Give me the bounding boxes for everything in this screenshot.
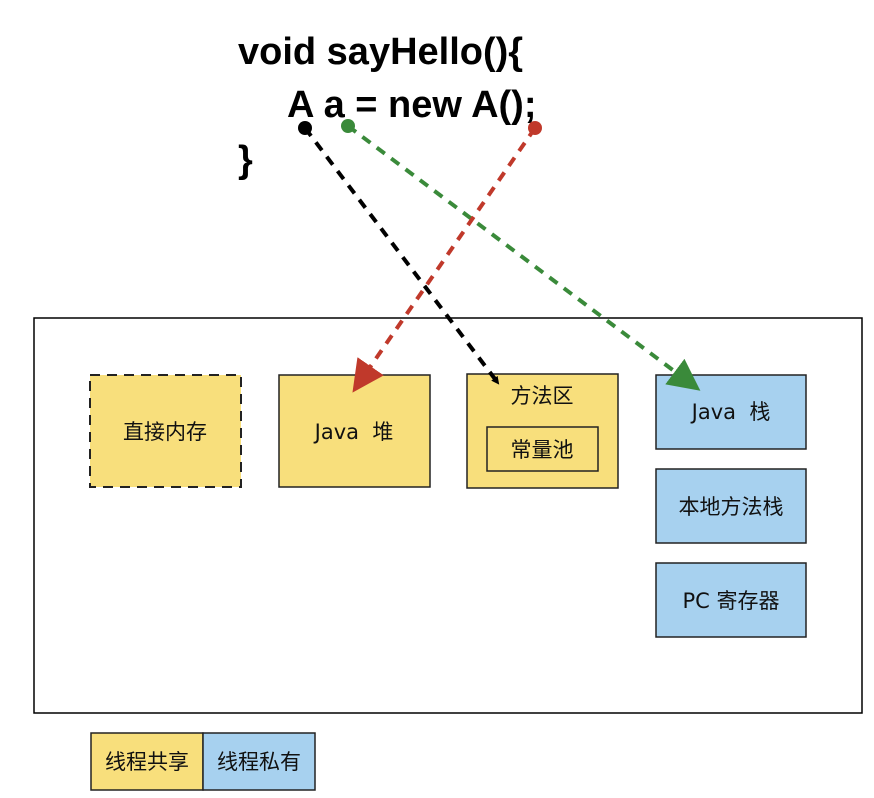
pc-register-label: PC 寄存器 <box>682 589 779 613</box>
legend: 线程共享 线程私有 <box>90 732 316 791</box>
code-line-1: void sayHello(){ <box>238 31 523 73</box>
jvm-memory-diagram: void sayHello(){ A a = new A(); } 直接内存 J… <box>33 31 863 791</box>
java-heap-box: Java 堆 <box>278 374 431 488</box>
direct-memory-label: 直接内存 <box>123 420 207 444</box>
pc-register-box: PC 寄存器 <box>655 562 807 638</box>
legend-private-label: 线程私有 <box>217 750 301 774</box>
method-area-label: 方法区 <box>511 384 574 408</box>
java-stack-label: Java 栈 <box>690 400 771 424</box>
code-line-2: A a = new A(); <box>287 84 537 126</box>
native-method-stack-label: 本地方法栈 <box>679 495 784 519</box>
constant-pool-label: 常量池 <box>511 438 574 462</box>
java-heap-label: Java 堆 <box>313 420 394 444</box>
code-line-3: } <box>238 139 253 181</box>
method-area-box: 方法区 常量池 <box>466 373 619 489</box>
java-stack-box: Java 栈 <box>655 374 807 450</box>
legend-shared-label: 线程共享 <box>105 750 189 774</box>
native-method-stack-box: 本地方法栈 <box>655 468 807 544</box>
direct-memory-box: 直接内存 <box>89 374 242 488</box>
